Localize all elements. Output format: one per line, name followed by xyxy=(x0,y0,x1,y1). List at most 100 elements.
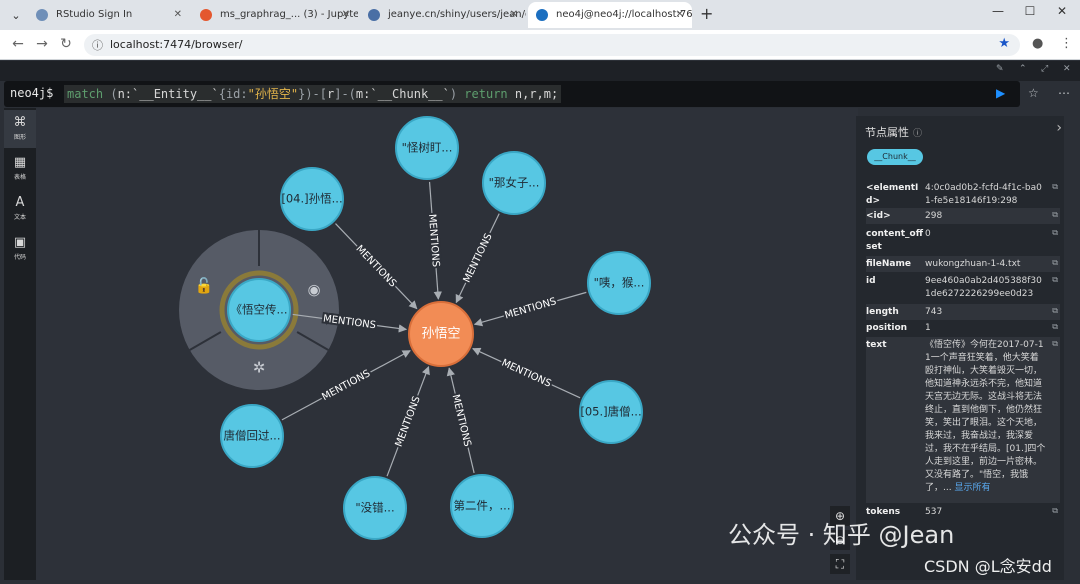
back-icon[interactable]: ← xyxy=(8,36,28,52)
query-editor[interactable]: neo4j$ match (n:`__Entity__`{id:"孙悟空"})-… xyxy=(4,81,1020,107)
text-icon: A xyxy=(15,195,25,210)
site-info-icon[interactable]: ⓘ xyxy=(92,37,103,53)
copy-icon[interactable]: ⧉ xyxy=(1052,275,1058,285)
property-value-cell: 743 xyxy=(925,306,1047,319)
copy-icon[interactable]: ⧉ xyxy=(1052,339,1058,349)
property-key: text xyxy=(866,340,887,350)
chunk-node-label: 《悟空传... xyxy=(231,303,288,317)
pin-icon[interactable]: ✎ xyxy=(996,64,1004,74)
copy-icon[interactable]: ⧉ xyxy=(1052,210,1058,220)
cypher-query[interactable]: match (n:`__Entity__`{id:"孙悟空"})-[r]-(m:… xyxy=(64,85,562,103)
reload-icon[interactable]: ↻ xyxy=(56,36,76,52)
query-token: "孙悟空" xyxy=(247,87,299,101)
tab-favicon-icon xyxy=(200,9,212,21)
address-bar[interactable]: ⓘ localhost:7474/browser/ ★ xyxy=(84,34,1020,56)
query-token: n:`__Entity__` xyxy=(117,87,219,101)
unlock-icon[interactable]: 🔓 xyxy=(195,277,214,295)
property-value: 743 xyxy=(925,307,943,317)
tab-close-icon[interactable]: ✕ xyxy=(510,2,518,28)
watermark-csdn: CSDN @L念安dd xyxy=(924,557,1052,576)
property-value: 4:0c0ad0b2-fcfd-4f1c-ba01-fe5e18146f19:2… xyxy=(925,183,1042,206)
tab-title: jeanye.cn/shiny/users/jean/g xyxy=(388,9,526,20)
chunk-node-label: 第二件，... xyxy=(454,499,511,513)
edge-label: MENTIONS xyxy=(394,395,423,449)
profile-icon[interactable]: ● xyxy=(1032,36,1043,51)
graph-canvas[interactable]: 🔓 ◉ ✲ MENTIONS MENTIONS MENTIONS MENTIONS MENTI… xyxy=(36,108,858,580)
node-properties-panel: 节点属性 ⓘ › __Chunk__ <elementId> 4:0c0ad0b2-… xyxy=(856,116,1064,580)
chunk-node-label: 唐僧回过... xyxy=(224,429,281,443)
collapse-icon[interactable]: ⌃ xyxy=(1019,64,1027,74)
copy-icon[interactable]: ⧉ xyxy=(1052,258,1058,268)
chunk-node-label: "那女子... xyxy=(489,176,540,190)
browser-tab[interactable]: RStudio Sign In ✕ xyxy=(28,2,190,28)
copy-icon[interactable]: ⧉ xyxy=(1052,228,1058,238)
info-icon: ⓘ xyxy=(913,129,923,139)
tab-search-chevron-icon[interactable]: ⌄ xyxy=(6,5,26,25)
sidebar-item-graph[interactable]: ⌘ 图形 xyxy=(4,110,36,148)
copy-icon[interactable]: ⧉ xyxy=(1052,182,1058,192)
show-all-link[interactable]: 显示所有 xyxy=(952,483,990,493)
property-value: 0 xyxy=(925,229,931,239)
edge-label: MENTIONS xyxy=(353,243,398,289)
browser-tab[interactable]: neo4j@neo4j://localhost:768 ✕ xyxy=(528,2,692,28)
tab-close-icon[interactable]: ✕ xyxy=(676,2,684,28)
maximize-icon[interactable]: ☐ xyxy=(1020,4,1040,18)
property-key: <elementId> xyxy=(866,183,919,206)
tab-close-icon[interactable]: ✕ xyxy=(342,2,350,28)
bookmark-star-icon[interactable]: ★ xyxy=(998,36,1010,51)
browser-tab[interactable]: jeanye.cn/shiny/users/jean/g ✕ xyxy=(360,2,526,28)
graph-svg[interactable]: 🔓 ◉ ✲ MENTIONS MENTIONS MENTIONS MENTIONS MENTI… xyxy=(36,108,858,580)
property-value: 298 xyxy=(925,211,943,221)
address-url: localhost:7474/browser/ xyxy=(110,38,243,51)
hide-icon[interactable]: ◉ xyxy=(307,281,320,299)
watermark-zhihu: 公众号 · 知乎 @Jean xyxy=(728,521,955,549)
query-token: {id: xyxy=(218,87,248,101)
browser-tab-strip: ⌄ RStudio Sign In ✕ ms_graphrag_... (3) - … xyxy=(0,0,1080,30)
property-key: content_offset xyxy=(866,229,924,252)
sidebar-item-code[interactable]: ▣ 代码 xyxy=(4,230,36,268)
new-tab-button[interactable]: + xyxy=(700,4,713,23)
fullscreen-icon[interactable]: ⤢ xyxy=(1041,64,1048,74)
sidebar-item-table[interactable]: ▦ 表格 xyxy=(4,150,36,188)
chunk-node-label: "没错... xyxy=(355,501,394,515)
close-window-icon[interactable]: ✕ xyxy=(1052,4,1072,18)
property-row: position 1 ⧉ xyxy=(866,320,1060,336)
property-row: length 743 ⧉ xyxy=(866,304,1060,320)
query-token: m:`__Chunk__` xyxy=(355,87,450,101)
query-token: ) xyxy=(449,87,465,101)
browser-menu-icon[interactable]: ⋮ xyxy=(1060,36,1073,51)
property-row: id 9ee460a0ab2d405388f301de6272226299ee0d… xyxy=(866,273,1060,303)
graph-icon: ⌘ xyxy=(13,115,27,130)
run-query-icon[interactable]: ▶ xyxy=(996,86,1005,100)
property-row: text 《悟空传》今何在2017-07-11一个声音狂笑着，他大笑着殴打神仙，大… xyxy=(866,337,1060,503)
property-row: <id> 298 ⧉ xyxy=(866,208,1060,224)
query-token: match xyxy=(67,87,104,101)
copy-icon[interactable]: ⧉ xyxy=(1052,506,1058,516)
property-key: <id> xyxy=(866,211,891,221)
favorite-star-icon[interactable]: ☆ xyxy=(1028,86,1039,100)
sidebar-item-label: 文本 xyxy=(13,214,26,221)
query-token: n,r,m; xyxy=(507,87,559,101)
close-frame-icon[interactable]: ✕ xyxy=(1063,64,1071,74)
expand-icon[interactable]: ✲ xyxy=(253,359,266,377)
edge-label: MENTIONS xyxy=(500,358,553,390)
tab-favicon-icon xyxy=(36,9,48,21)
copy-icon[interactable]: ⧉ xyxy=(1052,322,1058,332)
panel-collapse-icon[interactable]: › xyxy=(1056,120,1062,136)
property-row: content_offset 0 ⧉ xyxy=(866,226,1060,254)
property-row: fileName wukongzhuan-1-4.txt ⧉ xyxy=(866,256,1060,272)
forward-icon[interactable]: → xyxy=(32,36,52,52)
property-value: 1 xyxy=(925,323,931,333)
label-chip[interactable]: __Chunk__ xyxy=(867,149,923,165)
panel-title: 节点属性 ⓘ xyxy=(865,124,922,140)
tab-close-icon[interactable]: ✕ xyxy=(174,2,182,28)
minimize-icon[interactable]: — xyxy=(988,4,1008,18)
copy-icon[interactable]: ⧉ xyxy=(1052,306,1058,316)
fit-view-icon[interactable]: ⛶ xyxy=(830,554,850,574)
property-value-cell: wukongzhuan-1-4.txt xyxy=(925,258,1047,271)
browser-toolbar: ← → ↻ ⓘ localhost:7474/browser/ ★ ● ⋮ xyxy=(0,30,1080,60)
browser-tab[interactable]: ms_graphrag_... (3) - Jupyter ✕ xyxy=(192,2,358,28)
sidebar-item-text[interactable]: A 文本 xyxy=(4,190,36,228)
property-value-cell: 4:0c0ad0b2-fcfd-4f1c-ba01-fe5e18146f19:2… xyxy=(925,182,1047,208)
more-options-icon[interactable]: ⋯ xyxy=(1058,86,1070,100)
